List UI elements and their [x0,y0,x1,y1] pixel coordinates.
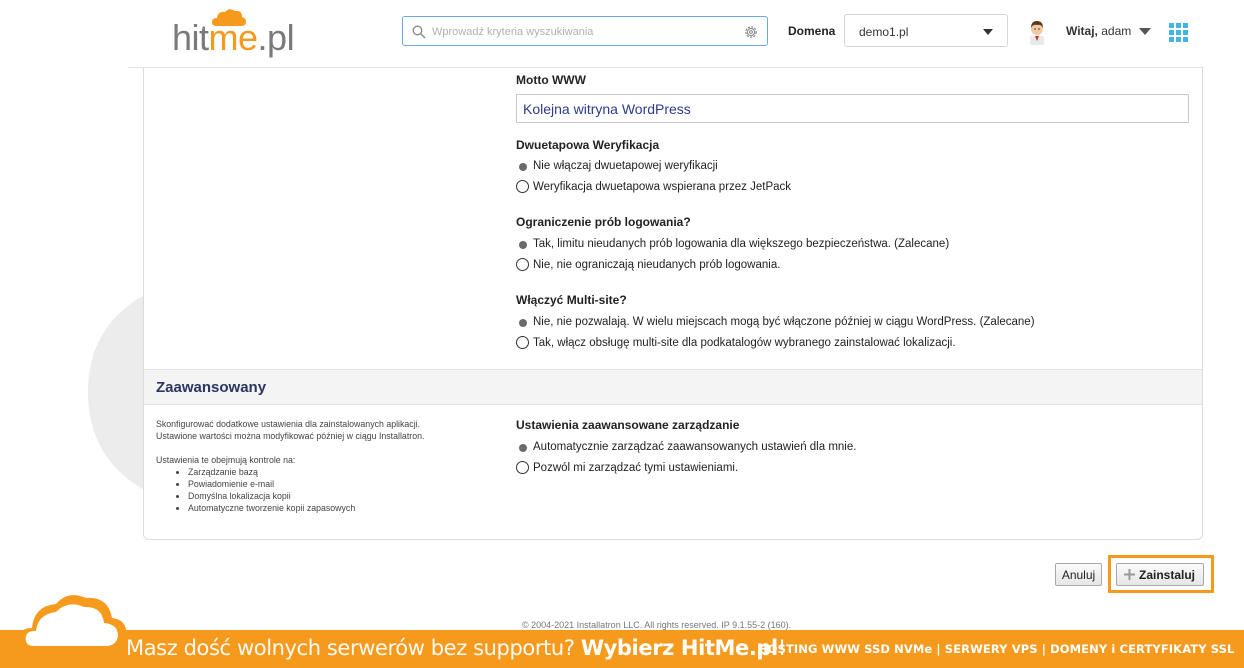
advanced-mgmt-title: Ustawienia zaawansowane zarządzanie [516,418,740,432]
copyright-text: © 2004-2021 Installatron LLC. All rights… [522,620,792,630]
apps-grid-icon[interactable] [1169,23,1188,42]
radio-unselected[interactable] [516,180,529,193]
install-button[interactable]: Zainstaluj [1116,563,1204,586]
motto-title: Motto WWW [516,73,586,87]
radio-selected[interactable] [519,163,527,171]
user-menu-caret-icon[interactable] [1139,28,1151,35]
domain-select-value: demo1.pl [859,25,909,39]
banner-headline: Masz dość wolnych serwerów bez supportu?… [126,636,786,660]
advanced-feature-list: Zarządzanie bazą Powiadomienie e-mail Do… [156,466,486,514]
radio-selected[interactable] [519,444,527,452]
domain-label: Domena [788,24,836,38]
user-greeting[interactable]: Witaj, adam [1066,24,1131,38]
search-input[interactable] [430,22,744,42]
search-icon [412,25,426,39]
search-box[interactable] [402,16,768,46]
login-limit-title: Ograniczenie prób logowania? [516,215,691,229]
list-item: Automatyczne tworzenie kopii zapasowych [188,502,486,514]
twofa-title: Dwuetapowa Weryfikacja [516,138,660,152]
avatar[interactable] [1027,19,1047,45]
advanced-section-title: Zaawansowany [156,379,267,396]
plus-icon [1124,569,1135,580]
hitme-logo[interactable]: hitme.pl [172,8,302,58]
radio-unselected[interactable] [516,258,529,271]
cancel-button[interactable]: Anuluj [1055,563,1102,586]
advanced-description: Skonfigurować dodatkowe ustawienia dla z… [156,418,486,514]
list-item: Powiadomienie e-mail [188,478,486,490]
radio-unselected[interactable] [516,336,529,349]
list-item: Domyślna lokalizacja kopii [188,490,486,502]
advanced-section-header: Zaawansowany [144,369,1202,405]
radio-unselected[interactable] [516,461,529,474]
multisite-title: Włączyć Multi-site? [516,293,627,307]
radio-selected[interactable] [519,241,527,249]
radio-selected[interactable] [519,319,527,327]
logo-text: hitme.pl [172,17,295,58]
list-item: Zarządzanie bazą [188,466,486,478]
gear-icon[interactable] [743,24,759,40]
chevron-down-icon [983,29,993,35]
install-button-label: Zainstaluj [1139,567,1196,582]
install-options-panel: Motto WWW Dwuetapowa Weryfikacja Nie włą… [143,68,1203,540]
cloud-logo-icon [17,595,127,652]
banner-services: HOSTING WWW SSD NVMe | SERWERY VPS | DOM… [758,642,1235,656]
domain-select[interactable]: demo1.pl [844,14,1008,47]
motto-input[interactable] [516,94,1189,123]
